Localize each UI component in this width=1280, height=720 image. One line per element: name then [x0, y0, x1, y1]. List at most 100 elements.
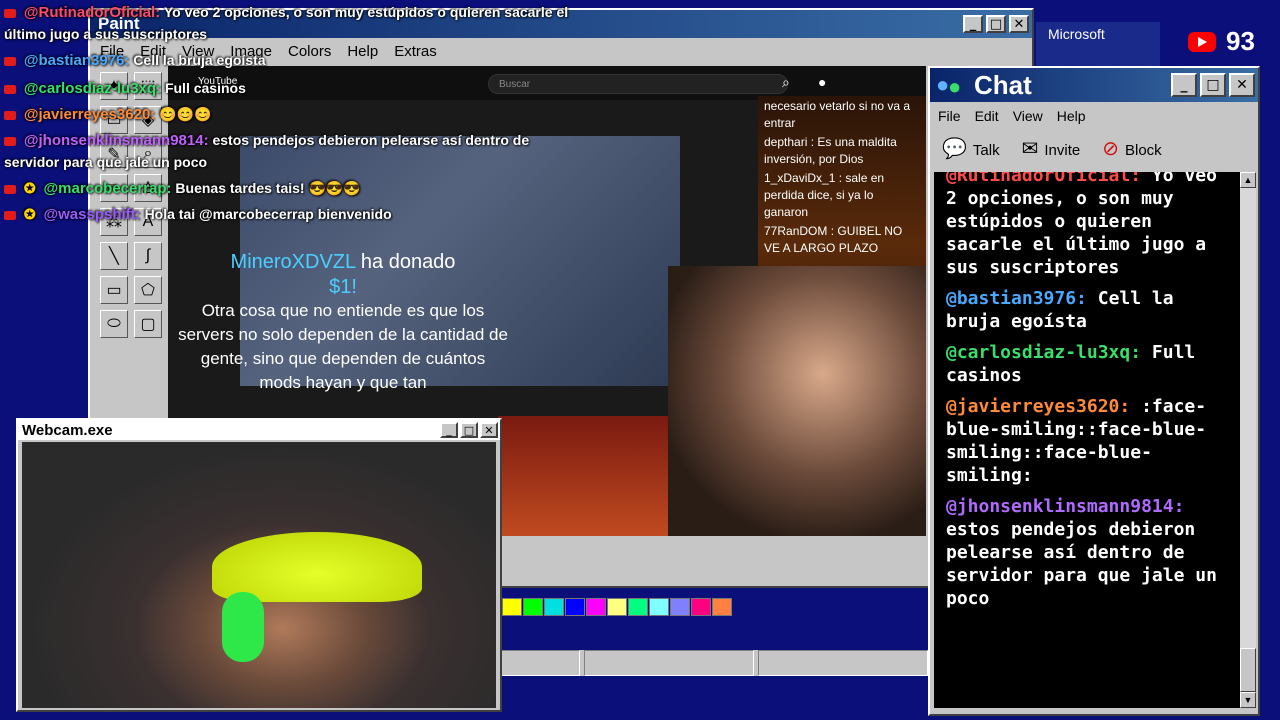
streamer-video: [668, 266, 926, 536]
maximize-button[interactable]: □: [1200, 73, 1226, 97]
color-swatch[interactable]: [565, 598, 585, 616]
youtube-icon: [4, 84, 16, 94]
minimize-button[interactable]: _: [1171, 73, 1197, 97]
ellipse-icon[interactable]: ⬭: [100, 310, 128, 338]
search-icon[interactable]: ⌕: [782, 74, 790, 91]
chat-title: Chat: [974, 69, 1032, 100]
mic-icon[interactable]: ●: [818, 74, 826, 90]
green-headphones: [222, 592, 264, 662]
nested-chat-line: depthari : Es una maldita inversión, por…: [764, 135, 897, 166]
chat-menu-file[interactable]: File: [938, 108, 961, 124]
rectangle-icon[interactable]: ▭: [100, 276, 128, 304]
color-palette: [502, 598, 733, 616]
block-icon: ⊘: [1102, 138, 1119, 160]
menu-extras[interactable]: Extras: [394, 43, 437, 60]
youtube-icon: [4, 8, 16, 18]
color-swatch[interactable]: [628, 598, 648, 616]
overlay-chat-line: ✪ @wasspshift: Hola tai @marcobecerrap b…: [4, 204, 392, 225]
scroll-thumb[interactable]: [1240, 648, 1256, 692]
overlay-username: @marcobecerrap:: [43, 180, 172, 197]
overlay-text: Cell la bruja egoísta: [133, 52, 266, 68]
invite-button[interactable]: ✉ Invite: [1022, 136, 1081, 161]
color-swatch[interactable]: [544, 598, 564, 616]
color-swatch[interactable]: [607, 598, 627, 616]
brand-panel: Microsoft: [1036, 22, 1160, 66]
nested-chat-line: 77RanDOM : GUIBEL NO VE A LARGO PLAZO: [764, 224, 903, 255]
chat-username: @carlosdiaz-lu3xq:: [946, 342, 1142, 363]
maximize-button[interactable]: □: [460, 422, 478, 438]
maximize-button[interactable]: □: [986, 15, 1006, 33]
chat-menu-help[interactable]: Help: [1057, 108, 1086, 124]
scroll-down-icon[interactable]: ▼: [1240, 692, 1256, 708]
overlay-chat-line: ✪ @marcobecerrap: Buenas tardes tais! 😎😎…: [4, 178, 361, 199]
youtube-icon: [4, 56, 16, 66]
overlay-username: @RutinadorOficial:: [23, 4, 161, 21]
chat-username: @bastian3976:: [946, 288, 1087, 309]
chat-message: @jhonsenklinsmann9814: estos pendejos de…: [946, 495, 1228, 610]
status-cell: [758, 650, 928, 676]
overlay-chat-line: @jhonsenklinsmann9814: estos pendejos de…: [4, 130, 529, 151]
chat-menu-view[interactable]: View: [1013, 108, 1043, 124]
invite-icon: ✉: [1021, 138, 1039, 160]
chat-toolbar: 💬 Talk ✉ Invite ⊘ Block: [930, 124, 1258, 161]
talk-button[interactable]: 💬 Talk: [942, 136, 1000, 161]
chat-text: Yo veo 2 opciones, o son muy estúpidos o…: [946, 172, 1217, 278]
overlay-chat-line: último jugo a sus suscriptores: [4, 24, 207, 44]
color-swatch[interactable]: [649, 598, 669, 616]
overlay-text: último jugo a sus suscriptores: [4, 26, 208, 42]
scroll-up-icon[interactable]: ▲: [1240, 172, 1256, 188]
youtube-icon: [1188, 31, 1216, 52]
menu-help[interactable]: Help: [347, 43, 378, 60]
overlay-text: Buenas tardes tais! 😎😎😎: [175, 180, 361, 196]
viewer-counter: 93: [1188, 26, 1255, 57]
polygon-icon[interactable]: ⬠: [134, 276, 162, 304]
nested-chat-line: 1_xDaviDx_1 : sale en perdida dice, si y…: [764, 171, 885, 219]
color-swatch[interactable]: [523, 598, 543, 616]
close-button[interactable]: ✕: [1009, 15, 1029, 33]
color-swatch[interactable]: [712, 598, 732, 616]
search-input[interactable]: Buscar: [488, 74, 788, 94]
overlay-text: estos pendejos debieron pelearse así den…: [212, 132, 530, 148]
chat-message: @RutinadorOficial: Yo veo 2 opciones, o …: [946, 172, 1228, 279]
curve-icon[interactable]: ∫: [134, 242, 162, 270]
chat-window: ● ● Chat _ □ ✕ File Edit View Help 💬 Talk…: [928, 66, 1260, 716]
overlay-chat-line: @RutinadorOficial: Yo veo 2 opciones, o …: [4, 2, 568, 23]
chat-menubar: File Edit View Help: [930, 102, 1258, 124]
rounded-rect-icon[interactable]: ▢: [134, 310, 162, 338]
color-swatch[interactable]: [691, 598, 711, 616]
donation-amount: $1!: [329, 276, 357, 298]
close-button[interactable]: ✕: [480, 422, 498, 438]
menu-colors[interactable]: Colors: [288, 43, 331, 60]
viewer-count: 93: [1226, 26, 1255, 56]
youtube-icon: [4, 210, 16, 220]
block-button[interactable]: ⊘ Block: [1102, 136, 1161, 161]
color-swatch[interactable]: [502, 598, 522, 616]
overlay-text: Yo veo 2 opciones, o son muy estúpidos o…: [163, 4, 569, 20]
status-cell: [584, 650, 754, 676]
member-star-icon: ✪: [23, 206, 36, 222]
chat-scrollbar[interactable]: ▲ ▼: [1240, 172, 1256, 708]
minimize-button[interactable]: _: [440, 422, 458, 438]
chat-menu-edit[interactable]: Edit: [975, 108, 999, 124]
talk-icon: 💬: [942, 138, 967, 160]
chat-titlebar[interactable]: ● ● Chat _ □ ✕: [930, 68, 1258, 102]
line-icon[interactable]: ╲: [100, 242, 128, 270]
close-button[interactable]: ✕: [1229, 73, 1255, 97]
overlay-chat-line: @javierreyes3620: 😊😊😊: [4, 104, 211, 125]
color-swatch[interactable]: [670, 598, 690, 616]
webcam-titlebar[interactable]: Webcam.exe _ □ ✕: [18, 420, 500, 440]
minimize-button[interactable]: _: [963, 15, 983, 33]
overlay-text: 😊😊😊: [159, 106, 212, 122]
overlay-text: Full casinos: [164, 80, 246, 96]
youtube-icon: [4, 184, 16, 194]
donation-action: ha donado: [360, 251, 456, 273]
donation-alert: MineroXDVZL ha donado $1! Otra cosa que …: [178, 250, 508, 395]
chat-message-list[interactable]: @RutinadorOficial: Yo veo 2 opciones, o …: [934, 172, 1240, 708]
invite-label: Invite: [1044, 142, 1081, 159]
youtube-header: YouTube Buscar ⌕ ●: [168, 66, 926, 100]
overlay-text: Hola tai @marcobecerrap bienvenido: [144, 206, 392, 222]
youtube-icon: [4, 136, 16, 146]
paint-toolbox: ✦ ⬚ ▭ ◈ ✎ ⌕ ✏ ♙ ⁂ A ╲ ∫ ▭ ⬠ ⬭ ▢: [98, 72, 164, 432]
nested-chat-line: necesario vetarlo si no va a entrar: [764, 99, 911, 130]
color-swatch[interactable]: [586, 598, 606, 616]
